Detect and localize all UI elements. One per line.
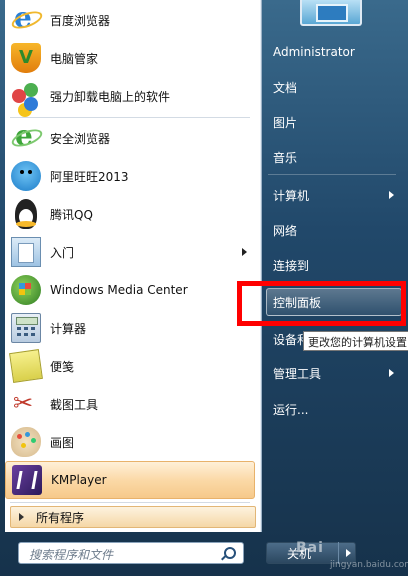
divider [10,117,250,118]
user-picture-icon[interactable] [300,0,362,26]
user-name: Administrator [273,45,355,59]
music-link[interactable]: 音乐 [266,143,400,171]
control-panel-tooltip: 更改您的计算机设置 [303,331,408,351]
program-item-aliwangwang[interactable]: 阿里旺旺2013 [5,157,255,195]
program-item-media-center[interactable]: Windows Media Center [5,271,255,309]
program-label: 便笺 [50,359,75,374]
watermark-url: jingyan.baidu.com [330,560,408,570]
computer-link[interactable]: 计算机 [266,181,400,209]
qq-penguin-icon [15,199,37,229]
divider [10,502,250,503]
program-item-getting-started[interactable]: 入门 [5,233,255,271]
program-item-baidu-browser[interactable]: 百度浏览器 [5,1,255,39]
program-label: Windows Media Center [50,283,188,297]
program-label: 画图 [50,435,75,450]
media-center-icon [11,275,41,305]
pictures-link[interactable]: 图片 [266,108,400,136]
getting-started-icon [11,237,41,267]
admin-tools-link[interactable]: 管理工具 [266,359,400,387]
uninstall-tool-icon [11,81,41,111]
submenu-arrow-icon [389,191,394,199]
program-label: 腾讯QQ [50,207,93,222]
network-link[interactable]: 网络 [266,216,400,244]
program-item-sticky-notes[interactable]: 便笺 [5,347,255,385]
sticky-notes-icon [9,349,43,383]
divider [268,174,396,175]
program-label: 强力卸载电脑上的软件 [50,89,171,104]
all-programs-label: 所有程序 [36,510,85,525]
search-icon[interactable] [224,547,236,559]
connect-to-label: 连接到 [273,258,310,273]
program-item-calculator[interactable]: 计算器 [5,309,255,347]
submenu-arrow-icon [389,369,394,377]
program-label: 安全浏览器 [50,131,111,146]
program-label: 阿里旺旺2013 [50,169,129,184]
paint-icon [11,427,41,457]
admin-tools-label: 管理工具 [273,366,322,381]
documents-link[interactable]: 文档 [266,73,400,101]
pc-manager-shield-icon [11,43,41,73]
kmplayer-icon [12,465,42,495]
program-item-uninstall[interactable]: 强力卸载电脑上的软件 [5,77,255,115]
music-label: 音乐 [273,150,298,165]
program-item-safe-browser[interactable]: 安全浏览器 [5,119,255,157]
snipping-tool-icon [11,389,41,419]
expand-arrow-icon [19,513,24,521]
program-item-kmplayer[interactable]: KMPlayer [5,461,255,499]
aliwangwang-icon [11,161,41,191]
all-programs-button[interactable]: 所有程序 [10,506,256,528]
documents-label: 文档 [273,80,298,95]
run-label: 运行... [273,402,309,417]
watermark: Bai [296,540,324,556]
network-label: 网络 [273,223,298,238]
program-label: 百度浏览器 [50,13,111,28]
program-item-pc-manager[interactable]: 电脑管家 [5,39,255,77]
program-item-snipping-tool[interactable]: 截图工具 [5,385,255,423]
run-link[interactable]: 运行... [266,395,400,423]
program-label: 计算器 [50,321,87,336]
submenu-arrow-icon [242,248,247,256]
user-name-link[interactable]: Administrator [266,38,400,66]
connect-to-link[interactable]: 连接到 [266,251,400,279]
calculator-icon [11,313,41,343]
search-placeholder: 搜索程序和文件 [29,548,114,562]
computer-label: 计算机 [273,188,310,203]
start-menu: 百度浏览器 电脑管家 强力卸载电脑上的软件 安全浏览器 阿里旺旺2013 腾讯Q… [0,0,408,576]
program-label: KMPlayer [51,473,107,487]
program-item-qq[interactable]: 腾讯QQ [5,195,255,233]
program-item-paint[interactable]: 画图 [5,423,255,461]
safe-browser-icon [11,119,41,153]
baidu-browser-icon [11,1,41,35]
program-label: 截图工具 [50,397,99,412]
annotation-red-box [237,281,406,326]
program-label: 电脑管家 [50,51,99,66]
pictures-label: 图片 [273,115,298,130]
program-label: 入门 [50,245,75,260]
search-box[interactable]: 搜索程序和文件 [18,542,244,564]
